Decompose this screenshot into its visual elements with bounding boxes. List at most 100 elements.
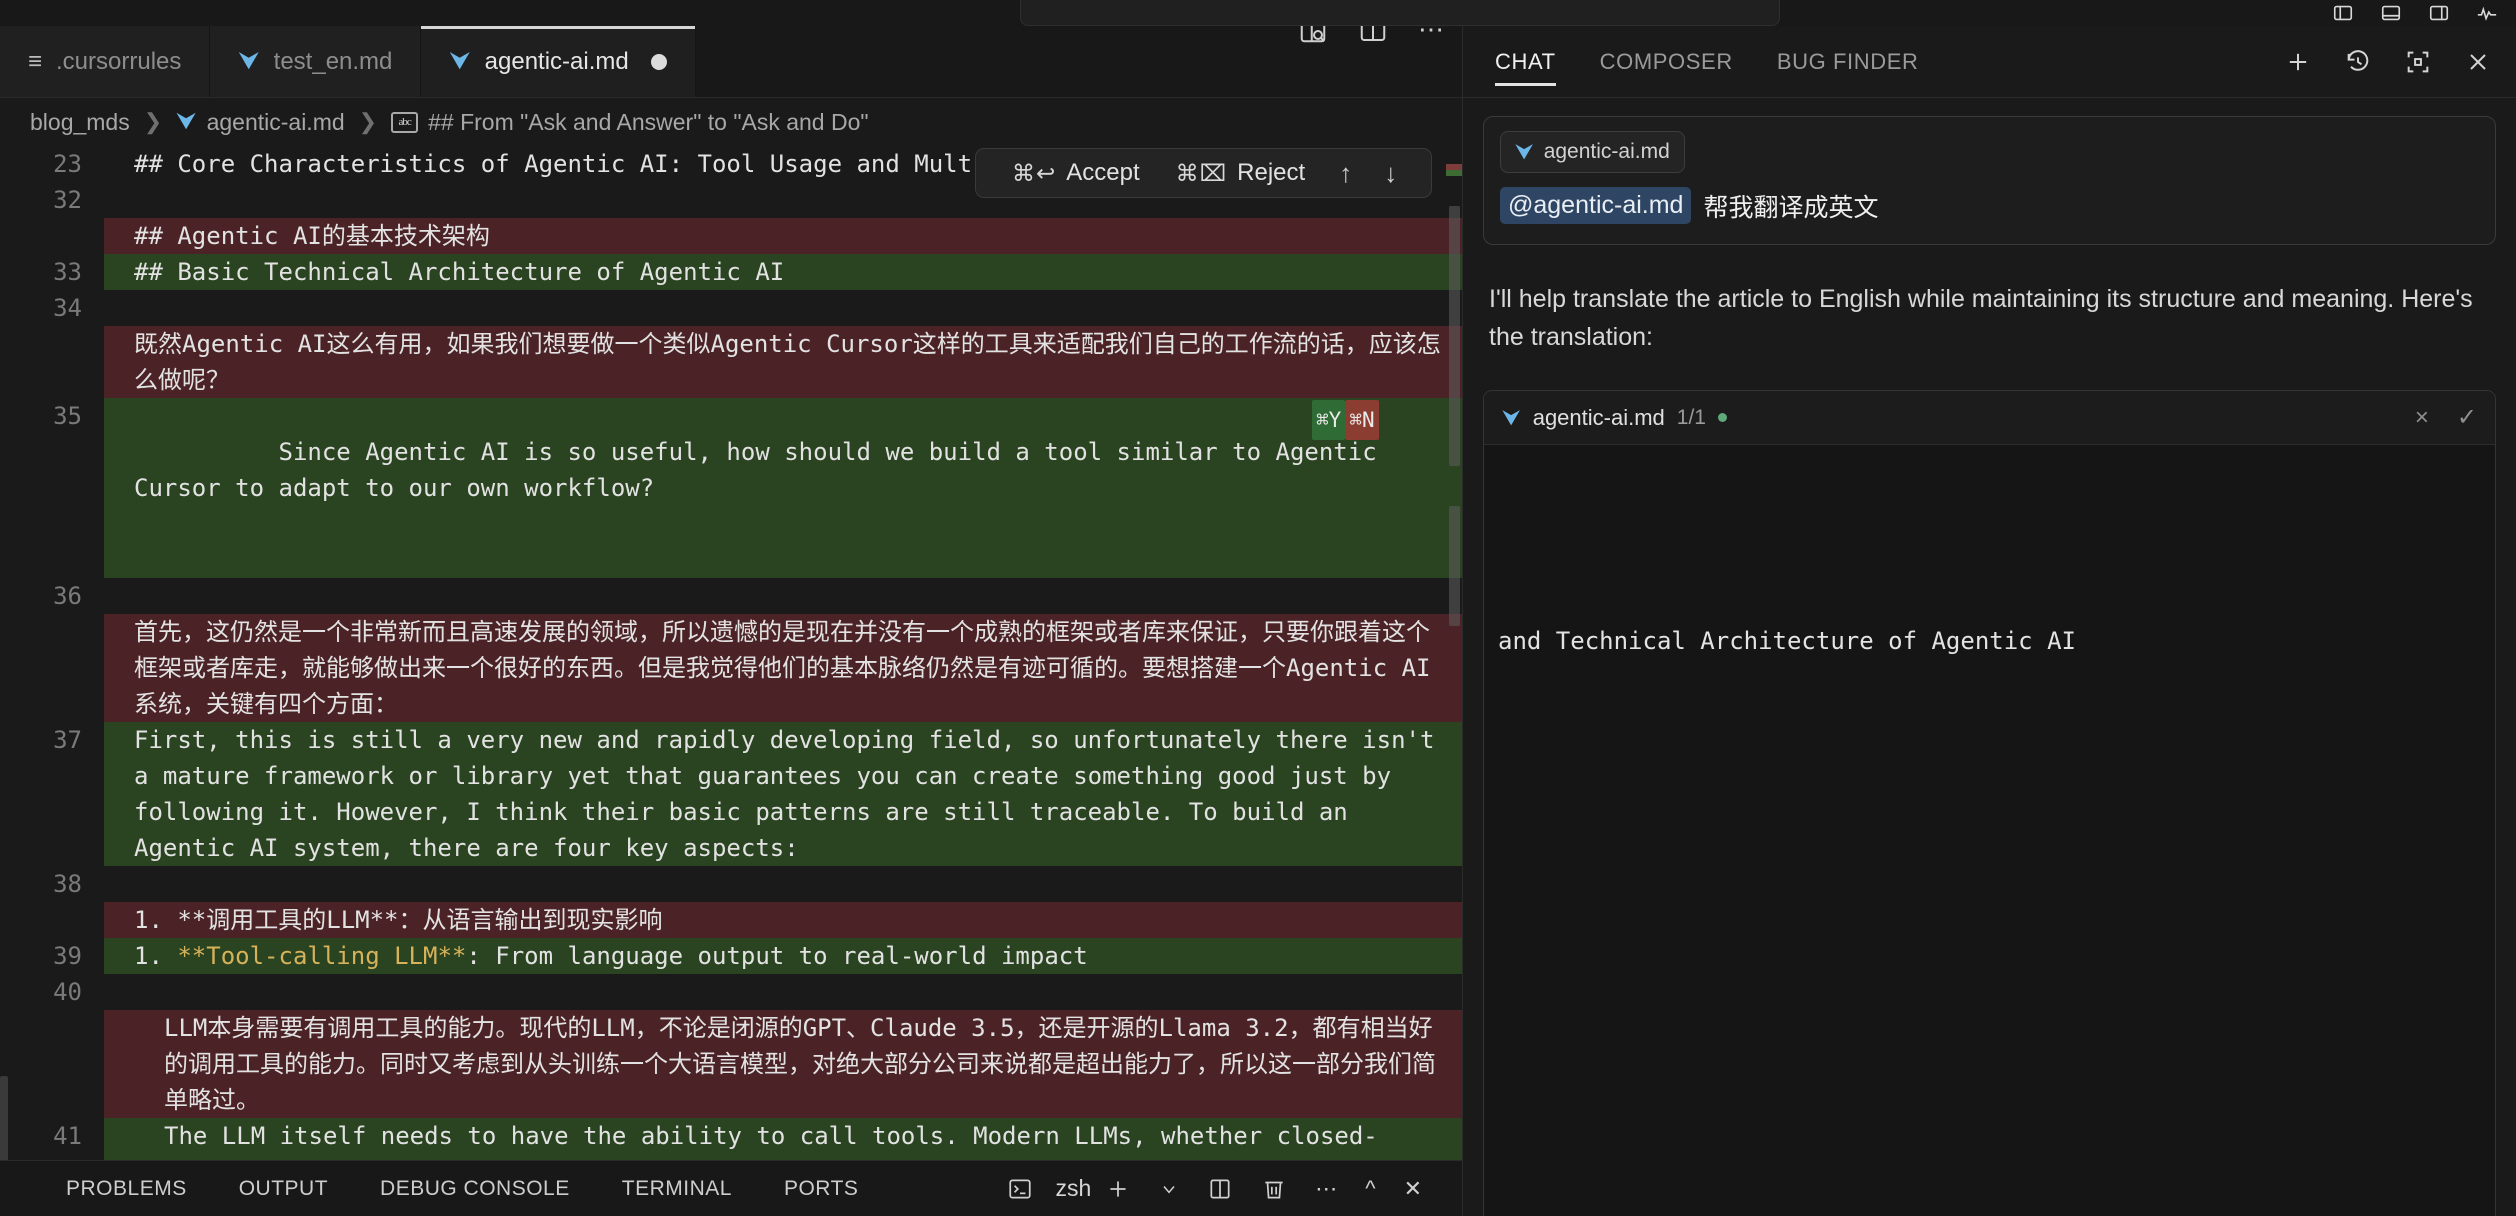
activity-icon[interactable] [2476, 2, 2498, 29]
tab-agentic-ai-md[interactable]: ⮟ agentic-ai.md [421, 26, 696, 97]
breadcrumb-item-symbol[interactable]: ## From "Ask and Answer" to "Ask and Do" [428, 109, 868, 136]
line-content: ## Agentic AI的基本技术架构 [104, 218, 1462, 254]
code-line[interactable]: 34 [0, 290, 1462, 326]
overview-ruler[interactable] [1446, 146, 1462, 1160]
code-block-line [1484, 1037, 2495, 1109]
tab-cursorrules[interactable]: ≡ .cursorrules [0, 26, 211, 97]
split-terminal-icon[interactable] [1193, 1176, 1247, 1202]
file-mention[interactable]: @agentic-ai.md [1500, 187, 1692, 224]
next-diff-button[interactable]: ↓ [1368, 158, 1413, 189]
close-icon[interactable] [2464, 48, 2492, 76]
accept-change-icon[interactable]: ✓ [2457, 403, 2477, 432]
chat-pane: CHAT COMPOSER BUG FINDER ⮟ agentic-ai.md… [1462, 0, 2516, 1216]
code-line[interactable]: 38 [0, 866, 1462, 902]
line-number: 36 [53, 582, 82, 610]
panel-tab-ports[interactable]: PORTS [758, 1177, 884, 1201]
inline-diff-badges: ⌘Y ⌘N [1312, 400, 1379, 440]
code-line-deleted[interactable]: 首先，这仍然是一个非常新而且高速发展的领域，所以遗憾的是现在并没有一个成熟的框架… [0, 614, 1462, 722]
cursor-editor-window: ≡ .cursorrules ⮟ test_en.md ⮟ agentic-ai… [0, 0, 2516, 1216]
code-line-added[interactable]: 33 ## Basic Technical Architecture of Ag… [0, 254, 1462, 290]
editor-tab-bar: ≡ .cursorrules ⮟ test_en.md ⮟ agentic-ai… [0, 26, 1462, 98]
code-block-actions: × ✓ [2415, 403, 2477, 432]
unsaved-indicator-icon [650, 53, 667, 70]
line-content: ## Basic Technical Architecture of Agent… [104, 254, 1462, 290]
modified-dot-icon [1717, 413, 1727, 422]
reject-label: Reject [1237, 159, 1306, 186]
more-icon[interactable]: ⋯ [1301, 1176, 1351, 1202]
chat-body: ⮟ agentic-ai.md @agentic-ai.md 帮我翻译成英文 I… [1463, 98, 2516, 1216]
code-line-added[interactable]: 35 Since Agentic AI is so useful, how sh… [0, 398, 1462, 578]
code-block-line: and Technical Architecture of Agentic AI [1498, 627, 2076, 655]
line-text-rest: : From language output to real-world imp… [466, 942, 1088, 970]
panel-tab-output[interactable]: OUTPUT [213, 1177, 354, 1201]
code-line-added[interactable]: 41 The LLM itself needs to have the abil… [0, 1118, 1462, 1160]
chevron-right-icon: ❯ [358, 109, 378, 134]
accept-button[interactable]: ⌘↩ Accept [994, 159, 1158, 187]
panel-right-icon[interactable] [2428, 2, 2450, 29]
panel-bottom-icon[interactable] [2380, 2, 2402, 29]
prompt-text: 帮我翻译成英文 [1703, 193, 1879, 222]
code-block-header: ⮟ agentic-ai.md 1/1 × ✓ [1484, 391, 2495, 445]
previous-diff-button[interactable]: ↑ [1323, 158, 1368, 189]
editor-left-marker [0, 1076, 8, 1160]
maximize-panel-icon[interactable]: ^ [1351, 1176, 1389, 1202]
inline-accept-badge[interactable]: ⌘Y [1312, 400, 1346, 440]
close-panel-icon[interactable]: ✕ [1390, 1176, 1436, 1202]
bottom-panel: PROBLEMS OUTPUT DEBUG CONSOLE TERMINAL P… [0, 1160, 1462, 1216]
breadcrumb: blog_mds ❯ ⮟ agentic-ai.md ❯ abc ## From… [0, 98, 1462, 146]
editor-pane: ≡ .cursorrules ⮟ test_en.md ⮟ agentic-ai… [0, 0, 1462, 1216]
breadcrumb-item-file[interactable]: agentic-ai.md [207, 109, 345, 136]
context-chip[interactable]: ⮟ agentic-ai.md [1500, 131, 1685, 173]
reject-button[interactable]: ⌘⌧ Reject [1158, 159, 1324, 187]
tab-label: .cursorrules [56, 47, 182, 75]
markdown-icon: ⮟ [1515, 139, 1534, 164]
line-number: 37 [53, 726, 82, 754]
history-icon[interactable] [2344, 48, 2372, 76]
line-number: 33 [53, 258, 82, 286]
reject-shortcut-label: ⌘⌧ [1175, 159, 1228, 186]
code-line-deleted[interactable]: 1. **调用工具的LLM**：从语言输出到现实影响 [0, 902, 1462, 938]
tab-label: agentic-ai.md [484, 47, 629, 75]
code-line-added[interactable]: 39 1. **Tool-calling LLM**: From languag… [0, 938, 1462, 974]
panel-tab-problems[interactable]: PROBLEMS [40, 1177, 213, 1201]
code-line-added[interactable]: 37 First, this is still a very new and r… [0, 722, 1462, 866]
user-prompt-box[interactable]: ⮟ agentic-ai.md @agentic-ai.md 帮我翻译成英文 [1483, 116, 2496, 245]
tab-test-en-md[interactable]: ⮟ test_en.md [210, 26, 422, 97]
tab-bug-finder[interactable]: BUG FINDER [1755, 26, 1941, 98]
panel-tab-debug-console[interactable]: DEBUG CONSOLE [354, 1177, 596, 1201]
code-block-count: 1/1 [1676, 405, 1706, 429]
line-content: 首先，这仍然是一个非常新而且高速发展的领域，所以遗憾的是现在并没有一个成熟的框架… [104, 614, 1462, 722]
code-line-deleted[interactable]: LLM本身需要有调用工具的能力。现代的LLM，不论是闭源的GPT、Claude … [0, 1010, 1462, 1118]
code-line-deleted[interactable]: 既然Agentic AI这么有用，如果我们想要做一个类似Agentic Curs… [0, 326, 1462, 398]
bottom-panel-tabs: PROBLEMS OUTPUT DEBUG CONSOLE TERMINAL P… [0, 1177, 884, 1201]
tab-label: test_en.md [273, 47, 393, 75]
open-in-editor-icon[interactable] [2404, 48, 2432, 76]
markdown-icon: ⮟ [238, 47, 260, 75]
command-center[interactable] [1020, 0, 1780, 26]
code-line-deleted[interactable]: ## Agentic AI的基本技术架构 [0, 218, 1462, 254]
chevron-down-icon[interactable] [1145, 1179, 1193, 1199]
panel-tab-terminal[interactable]: TERMINAL [596, 1177, 758, 1201]
tab-chat[interactable]: CHAT [1495, 26, 1578, 98]
code-block-body[interactable]: and Technical Architecture of Agentic AI… [1484, 445, 2495, 1216]
panel-left-icon[interactable] [2332, 2, 2354, 29]
assistant-message: I'll help translate the article to Engli… [1489, 285, 2473, 351]
code-editor[interactable]: 23 ## Core Characteristics of Agentic AI… [0, 146, 1462, 1160]
code-line[interactable]: 36 [0, 578, 1462, 614]
code-line[interactable]: 40 [0, 974, 1462, 1010]
bold-markdown-span: **Tool-calling LLM** [177, 942, 467, 970]
inline-reject-badge[interactable]: ⌘N [1345, 400, 1379, 440]
new-chat-icon[interactable] [2284, 48, 2312, 76]
kill-terminal-icon[interactable] [1247, 1176, 1301, 1202]
bottom-panel-actions: zsh ⋯ ^ ✕ [993, 1175, 1462, 1202]
markdown-icon: ⮟ [176, 108, 197, 135]
line-content: 既然Agentic AI这么有用，如果我们想要做一个类似Agentic Curs… [104, 326, 1462, 398]
window-layout-controls [2332, 2, 2498, 29]
reject-change-icon[interactable]: × [2415, 404, 2429, 432]
code-block-line [1484, 821, 2495, 893]
terminal-icon[interactable] [993, 1176, 1047, 1202]
line-number: 34 [53, 294, 82, 322]
tab-composer[interactable]: COMPOSER [1578, 26, 1755, 98]
new-terminal-icon[interactable] [1091, 1176, 1145, 1202]
breadcrumb-item-folder[interactable]: blog_mds [30, 109, 130, 136]
